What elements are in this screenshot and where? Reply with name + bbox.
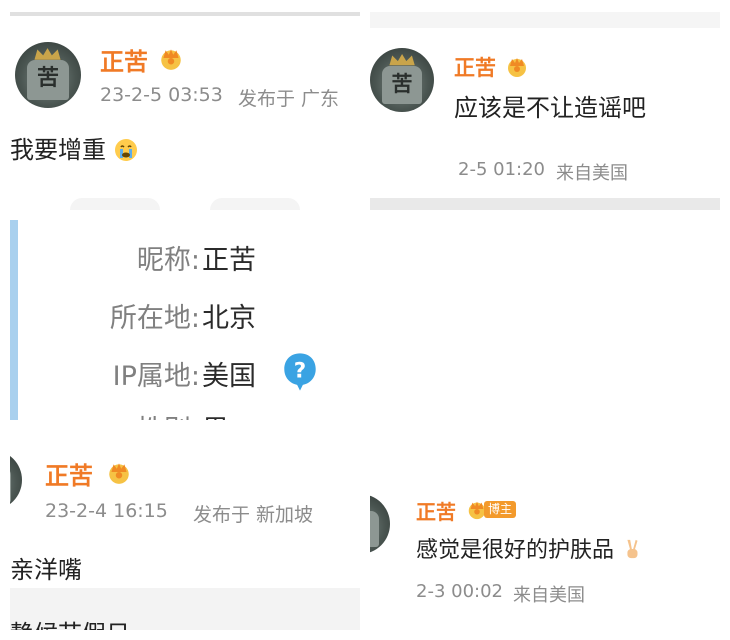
avatar[interactable]: 苦 (10, 450, 22, 510)
post-card-4: 苦 正苦 博主 感觉是很好的护肤品 2-3 00:02 来自美国 (370, 432, 720, 630)
comment-location: 来自美国 (556, 163, 628, 184)
post-date: 23-2-5 03:53 (100, 84, 223, 106)
avatar-glyph: 苦 (370, 510, 380, 547)
username[interactable]: 正苦 (454, 52, 496, 82)
crown-badge-icon (508, 58, 526, 77)
crown-icon (34, 48, 62, 60)
avatar[interactable]: 苦 (370, 494, 390, 554)
crown-badge-icon (161, 49, 181, 70)
post-date: 23-2-4 16:15 (45, 500, 168, 522)
comment-text: 应该是不让造谣吧 (454, 94, 646, 122)
crying-face-icon (114, 139, 137, 161)
victory-hand-icon (627, 539, 638, 559)
quoted-post-box: 静候节假日 (10, 588, 360, 630)
avatar[interactable]: 苦 (370, 48, 434, 112)
quoted-post-text: 静候节假日 (10, 614, 130, 630)
post-card-3: 苦 正苦 23-2-4 16:15 发布于 新加坡 亲洋嘴 静候节假日 (10, 432, 360, 630)
location-value: 北京 (202, 303, 256, 334)
profile-info-card: 昵称: 正苦 所在地: 北京 IP属地: 美国 ? 性别: 男 (10, 220, 360, 420)
nickname-label: 昵称: (136, 245, 200, 276)
username[interactable]: 正苦 (100, 42, 148, 77)
nickname-value: 正苦 (202, 245, 256, 276)
avatar-glyph: 苦 (10, 466, 12, 503)
location-label: 所在地: (109, 303, 200, 334)
gender-label: 性别: (137, 408, 200, 420)
comment-text: 感觉是很好的护肤品 (416, 532, 643, 564)
crown-badge-icon (109, 463, 129, 484)
action-bar-hint (70, 198, 160, 210)
top-divider (370, 12, 720, 28)
post-location: 发布于 广东 (238, 88, 340, 110)
bottom-divider (370, 198, 720, 210)
post-text-body: 我要增重 (10, 136, 106, 164)
avatar-glyph: 苦 (381, 65, 423, 105)
avatar-glyph: 苦 (26, 60, 70, 101)
post-text: 亲洋嘴 (10, 556, 82, 584)
username[interactable]: 正苦 (416, 496, 456, 525)
post-location: 发布于 新加坡 (193, 504, 314, 526)
post-card-2: 苦 正苦 应该是不让造谣吧 2-5 01:20 来自美国 (370, 12, 720, 210)
ip-location-value: 美国 (202, 361, 256, 392)
action-bar-hint (210, 198, 300, 210)
comment-date: 2-5 01:20 (458, 159, 545, 180)
blogger-badge: 博主 (484, 501, 517, 518)
crown-icon (389, 53, 415, 66)
svg-text:?: ? (294, 359, 306, 384)
comment-text-body: 感觉是很好的护肤品 (416, 538, 615, 563)
post-card-1: 苦 正苦 23-2-5 03:53 发布于 广东 我要增重 (10, 12, 360, 210)
ip-location-label: IP属地: (112, 361, 200, 392)
top-divider (10, 12, 360, 16)
comment-location: 来自美国 (513, 585, 585, 606)
username[interactable]: 正苦 (45, 456, 93, 491)
gender-value: 男 (202, 408, 229, 420)
post-text: 我要增重 (10, 130, 138, 165)
accent-bar (10, 220, 18, 420)
question-mark-icon[interactable]: ? (282, 352, 318, 392)
avatar[interactable]: 苦 (15, 42, 81, 108)
comment-date: 2-3 00:02 (416, 581, 503, 602)
